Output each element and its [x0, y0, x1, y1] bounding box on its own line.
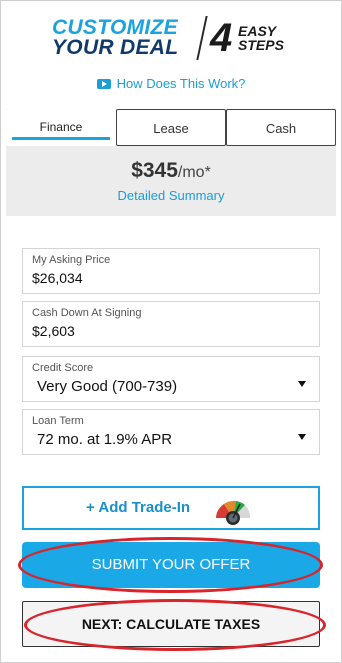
field-label: Credit Score — [32, 362, 94, 374]
field-label: Loan Term — [32, 415, 84, 427]
submit-offer-label: SUBMIT YOUR OFFER — [91, 556, 251, 573]
deal-header: CUSTOMIZE YOUR DEAL 4 EASY STEPS — [0, 14, 342, 64]
submit-offer-button[interactable]: SUBMIT YOUR OFFER — [22, 542, 320, 588]
payment-panel: Finance Lease Cash $345/mo* Detailed Sum… — [6, 109, 336, 216]
steps-word1: EASY — [238, 23, 277, 39]
calculate-taxes-button[interactable]: NEXT: CALCULATE TAXES — [22, 601, 320, 647]
chevron-down-icon[interactable] — [298, 381, 306, 387]
how-does-this-work-link[interactable]: How Does This Work? — [0, 76, 342, 91]
how-link-label: How Does This Work? — [116, 76, 246, 91]
steps-word2: STEPS — [238, 37, 284, 53]
detailed-summary-link[interactable]: Detailed Summary — [6, 188, 336, 203]
title-line2: YOUR DEAL — [52, 36, 179, 59]
tab-lease[interactable]: Lease — [116, 109, 226, 146]
loan-term-select[interactable]: Loan Term 72 mo. at 1.9% APR — [22, 409, 320, 455]
header-divider — [196, 16, 208, 60]
payment-amount: $345 — [131, 159, 178, 182]
add-trade-in-button[interactable]: + Add Trade-In — [22, 486, 320, 530]
calculate-taxes-label: NEXT: CALCULATE TAXES — [81, 616, 261, 632]
field-value[interactable]: $2,603 — [32, 323, 75, 339]
credit-score-select[interactable]: Credit Score Very Good (700-739) — [22, 356, 320, 402]
gauge-icon — [216, 500, 251, 525]
field-label: Cash Down At Signing — [32, 307, 142, 319]
customize-title: CUSTOMIZE YOUR DEAL — [52, 16, 198, 59]
steps-number: 4 — [210, 16, 233, 60]
field-value[interactable]: Very Good (700-739) — [37, 378, 177, 395]
field-label: My Asking Price — [32, 254, 111, 266]
cash-down-field[interactable]: Cash Down At Signing $2,603 — [22, 301, 320, 347]
tab-cash[interactable]: Cash — [226, 109, 336, 146]
play-icon — [96, 79, 111, 89]
steps-caption: EASY STEPS — [238, 24, 298, 52]
asking-price-field[interactable]: My Asking Price $26,034 — [22, 248, 320, 294]
field-value[interactable]: 72 mo. at 1.9% APR — [37, 431, 172, 448]
payment-period: /mo* — [177, 164, 211, 181]
monthly-payment: $345/mo* — [6, 159, 336, 183]
tab-finance[interactable]: Finance — [6, 109, 116, 146]
title-line1: CUSTOMIZE — [52, 16, 178, 39]
chevron-down-icon[interactable] — [298, 434, 306, 440]
field-value[interactable]: $26,034 — [32, 270, 83, 286]
payment-tabs: Finance Lease Cash — [6, 109, 336, 146]
trade-in-label: + Add Trade-In — [86, 499, 191, 516]
